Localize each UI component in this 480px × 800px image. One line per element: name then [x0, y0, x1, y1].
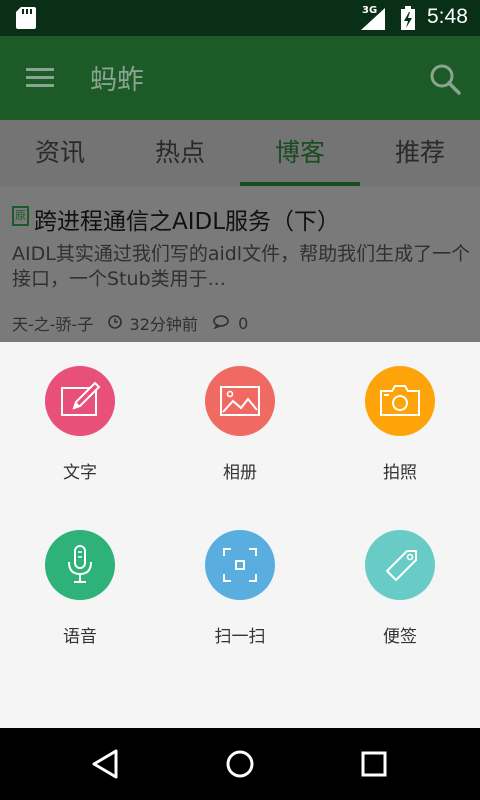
article-title: 跨进程通信之AIDL服务（下） — [34, 209, 341, 235]
comment-icon — [213, 314, 231, 333]
article-meta: 天-之-骄-子 32分钟前 0 — [12, 311, 248, 335]
tab-bar: 资讯 热点 博客 推荐 — [0, 120, 480, 186]
tab-hot[interactable]: 热点 — [120, 120, 240, 186]
search-icon[interactable] — [428, 62, 462, 96]
home-icon[interactable] — [220, 746, 260, 782]
navigation-bar — [0, 728, 480, 800]
tab-recommend[interactable]: 推荐 — [360, 120, 480, 186]
article-summary: AIDL其实通过我们写的aidl文件，帮助我们生成了一个接口，一个Stub类用于… — [12, 243, 471, 290]
clock: 5:48 — [427, 5, 468, 28]
action-label: 文字 — [63, 463, 97, 483]
action-camera[interactable]: 拍照 — [320, 342, 480, 483]
recents-icon[interactable] — [354, 746, 394, 782]
battery-icon — [401, 6, 415, 34]
microphone-icon — [45, 530, 115, 600]
action-scan[interactable]: 扫一扫 — [160, 506, 320, 647]
back-icon[interactable] — [86, 746, 126, 782]
tab-blog[interactable]: 博客 — [240, 120, 360, 186]
action-label: 拍照 — [383, 463, 417, 483]
tab-news[interactable]: 资讯 — [0, 120, 120, 186]
comment-count: 0 — [238, 313, 249, 333]
action-label: 扫一扫 — [214, 627, 266, 647]
camera-icon — [365, 366, 435, 436]
app-title: 蚂蚱 — [90, 65, 144, 96]
action-note[interactable]: 便签 — [320, 506, 480, 647]
image-icon — [205, 366, 275, 436]
menu-icon[interactable] — [24, 62, 60, 94]
action-label: 相册 — [223, 463, 257, 483]
tag-icon — [365, 530, 435, 600]
article-time: 32分钟前 — [129, 315, 198, 334]
action-album[interactable]: 相册 — [160, 342, 320, 483]
app-bar: 蚂蚱 — [0, 36, 480, 120]
list-item[interactable]: 原 跨进程通信之AIDL服务（下） AIDL其实通过我们写的aidl文件，帮助我… — [0, 186, 480, 342]
action-voice[interactable]: 语音 — [0, 506, 160, 647]
edit-icon — [45, 366, 115, 436]
clock-icon — [108, 314, 123, 333]
publish-action-sheet: 文字 相册 拍照 语音 扫一扫 便签 — [0, 342, 480, 728]
article-author: 天-之-骄-子 — [12, 315, 94, 334]
original-badge: 原 — [12, 206, 29, 226]
signal-icon — [361, 8, 385, 34]
status-bar: 3G 5:48 — [0, 0, 480, 36]
action-text[interactable]: 文字 — [0, 342, 160, 483]
sd-card-icon — [16, 7, 36, 33]
action-label: 语音 — [63, 627, 97, 647]
action-label: 便签 — [383, 627, 417, 647]
scan-icon — [205, 530, 275, 600]
